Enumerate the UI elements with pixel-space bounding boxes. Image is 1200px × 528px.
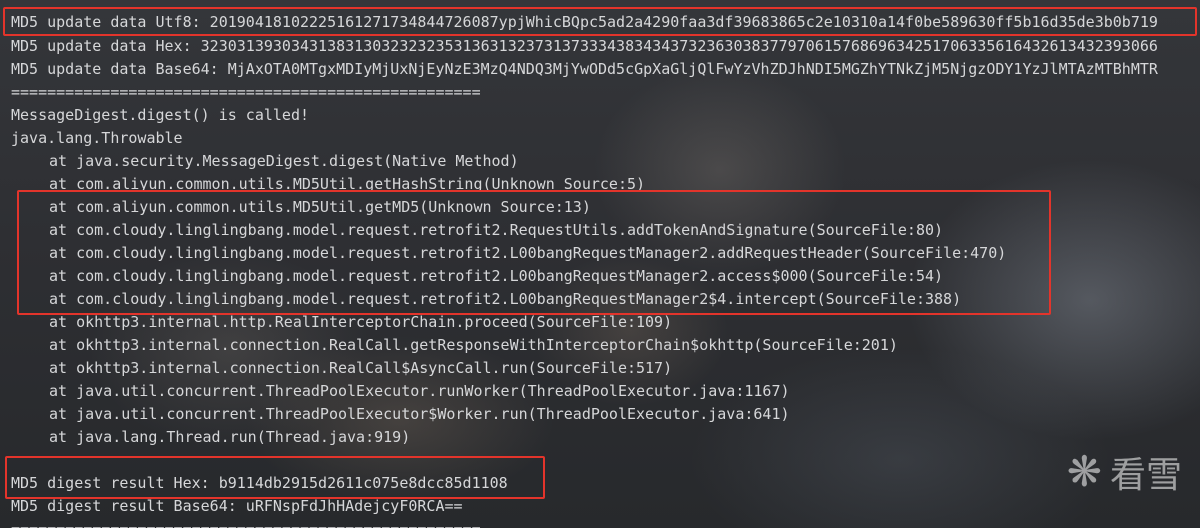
stack-frame: at java.util.concurrent.ThreadPoolExecut…	[49, 405, 790, 423]
log-line-digest-called: MessageDigest.digest() is called!	[11, 106, 310, 124]
log-line-throwable: java.lang.Throwable	[11, 129, 183, 147]
separator-line: ========================================…	[11, 518, 481, 528]
stack-frame: at com.aliyun.common.utils.MD5Util.getMD…	[49, 198, 591, 216]
console-screen: MD5 update data Utf8: 201904181022251612…	[0, 0, 1200, 528]
stack-frame: at okhttp3.internal.connection.RealCall$…	[49, 359, 673, 377]
kanxue-watermark: ❋ 看雪	[1067, 442, 1182, 502]
log-line-md5-utf8: MD5 update data Utf8: 201904181022251612…	[11, 13, 1158, 31]
stack-frame: at okhttp3.internal.http.RealInterceptor…	[49, 313, 673, 331]
stack-frame: at com.cloudy.linglingbang.model.request…	[49, 290, 962, 308]
console-output[interactable]: MD5 update data Utf8: 201904181022251612…	[0, 0, 1200, 528]
stack-frame: at com.aliyun.common.utils.MD5Util.getHa…	[49, 175, 646, 193]
stack-frame: at java.security.MessageDigest.digest(Na…	[49, 152, 519, 170]
log-line-md5-hex: MD5 update data Hex: 3230313930343138313…	[11, 37, 1158, 55]
stack-frame: at okhttp3.internal.connection.RealCall.…	[49, 336, 898, 354]
log-line-md5-base64: MD5 update data Base64: MjAxOTA0MTgxMDIy…	[11, 60, 1158, 78]
stack-frame: at java.lang.Thread.run(Thread.java:919)	[49, 428, 411, 446]
snowflake-icon: ❋	[1066, 447, 1102, 496]
stack-frame: at com.cloudy.linglingbang.model.request…	[49, 244, 1007, 262]
stack-frame: at com.cloudy.linglingbang.model.request…	[49, 267, 944, 285]
log-line-digest-base64: MD5 digest result Base64: uRFNspFdJhHAde…	[11, 497, 463, 515]
watermark-text: 看雪	[1109, 455, 1182, 496]
stack-frame: at java.util.concurrent.ThreadPoolExecut…	[49, 382, 790, 400]
log-line-digest-hex: MD5 digest result Hex: b9114db2915d2611c…	[11, 474, 508, 492]
stack-frame: at com.cloudy.linglingbang.model.request…	[49, 221, 944, 239]
separator-line: ========================================…	[11, 83, 481, 101]
